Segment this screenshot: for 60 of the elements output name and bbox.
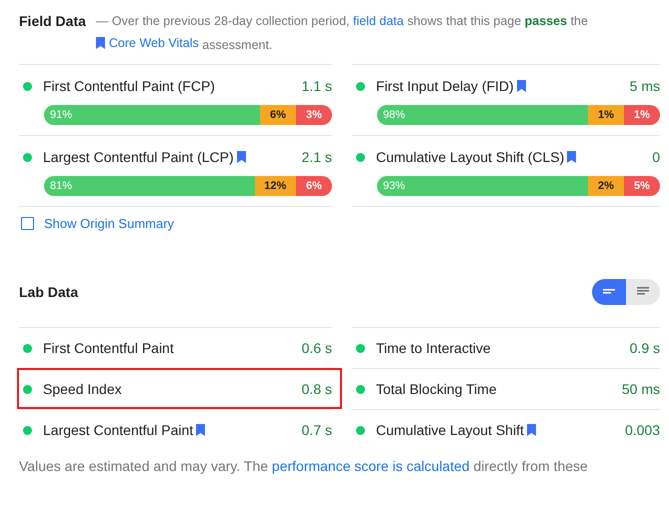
metric-name: First Contentful Paint (FCP) bbox=[43, 78, 215, 94]
status-dot-icon bbox=[356, 344, 365, 352]
lab-data-footnote: Values are estimated and may vary. The performance score is calculated directly from these bbox=[19, 458, 589, 474]
distribution-segment: 3% bbox=[296, 105, 332, 125]
text-link[interactable]: performance score is calculated bbox=[272, 458, 470, 474]
distribution-segment: 81% bbox=[44, 176, 255, 196]
metric-name: Time to Interactive bbox=[376, 340, 491, 356]
text-link[interactable]: field data bbox=[353, 14, 404, 28]
metric-name: Largest Contentful Paint (LCP) bbox=[43, 149, 246, 165]
distribution-segment: 93% bbox=[377, 176, 588, 196]
bookmark-icon bbox=[567, 151, 576, 163]
metric-value: 0.7 s bbox=[302, 422, 332, 438]
bookmark-icon bbox=[526, 424, 536, 436]
status-dot-icon bbox=[23, 82, 32, 90]
bookmark-icon bbox=[196, 424, 206, 436]
status-dot-icon bbox=[356, 82, 365, 90]
bookmark-icon bbox=[96, 37, 105, 49]
distribution-segment: 6% bbox=[296, 176, 332, 196]
distribution-segment: 6% bbox=[260, 105, 296, 125]
metric-name: First Input Delay (FID) bbox=[376, 78, 526, 94]
metric-name: First Contentful Paint bbox=[43, 340, 174, 356]
metric-name: Cumulative Layout Shift (CLS) bbox=[376, 149, 576, 165]
status-dot-icon bbox=[356, 152, 365, 162]
metric-value: 0.003 bbox=[624, 422, 660, 438]
distribution-segment: 5% bbox=[624, 176, 660, 196]
distribution-segment: 98% bbox=[377, 105, 588, 125]
status-dot-icon bbox=[356, 426, 365, 434]
distribution-segment: 2% bbox=[588, 176, 624, 196]
metric-value: 2.1 s bbox=[302, 149, 332, 165]
bookmark-icon bbox=[236, 151, 246, 163]
distribution-segment: 1% bbox=[624, 105, 660, 125]
text-link[interactable]: Core Web Vitals bbox=[96, 32, 199, 54]
status-dot-icon bbox=[356, 384, 365, 394]
distribution-segment: 1% bbox=[588, 105, 624, 125]
list-icon bbox=[636, 287, 650, 297]
status-dot-icon bbox=[23, 152, 32, 162]
metric-name: Largest Contentful Paint bbox=[43, 422, 206, 438]
metric-name: Cumulative Layout Shift bbox=[376, 422, 536, 438]
status-dot-icon bbox=[23, 426, 32, 434]
section-title: Lab Data bbox=[19, 284, 78, 300]
metric-name: Total Blocking Time bbox=[376, 381, 497, 397]
metric-value: 0.9 s bbox=[630, 340, 660, 356]
metric-value: 0.6 s bbox=[302, 340, 332, 356]
metric-value: 50 ms bbox=[622, 381, 660, 397]
origin-summary-checkbox[interactable]: Show Origin Summary bbox=[21, 216, 660, 231]
bookmark-icon bbox=[516, 80, 526, 92]
metric-value: 1.1 s bbox=[302, 78, 332, 94]
view-toggle-button[interactable] bbox=[626, 279, 660, 305]
status-dot-icon bbox=[23, 344, 32, 352]
field-data-description: — Over the previous 28-day collection period, field data shows that this page passes the Core Web Vitals assessment. bbox=[96, 13, 589, 56]
metric-value: 5 ms bbox=[630, 78, 660, 94]
list-icon bbox=[602, 288, 616, 296]
section-title: Field Data bbox=[19, 12, 86, 31]
metric-value: 0 bbox=[652, 149, 660, 165]
metric-value: 0.8 s bbox=[302, 381, 332, 397]
view-toggle-button[interactable] bbox=[592, 279, 626, 305]
status-dot-icon bbox=[23, 384, 32, 394]
distribution-segment: 12% bbox=[254, 176, 296, 196]
distribution-segment: 91% bbox=[44, 105, 260, 125]
metric-name: Speed Index bbox=[43, 381, 122, 397]
